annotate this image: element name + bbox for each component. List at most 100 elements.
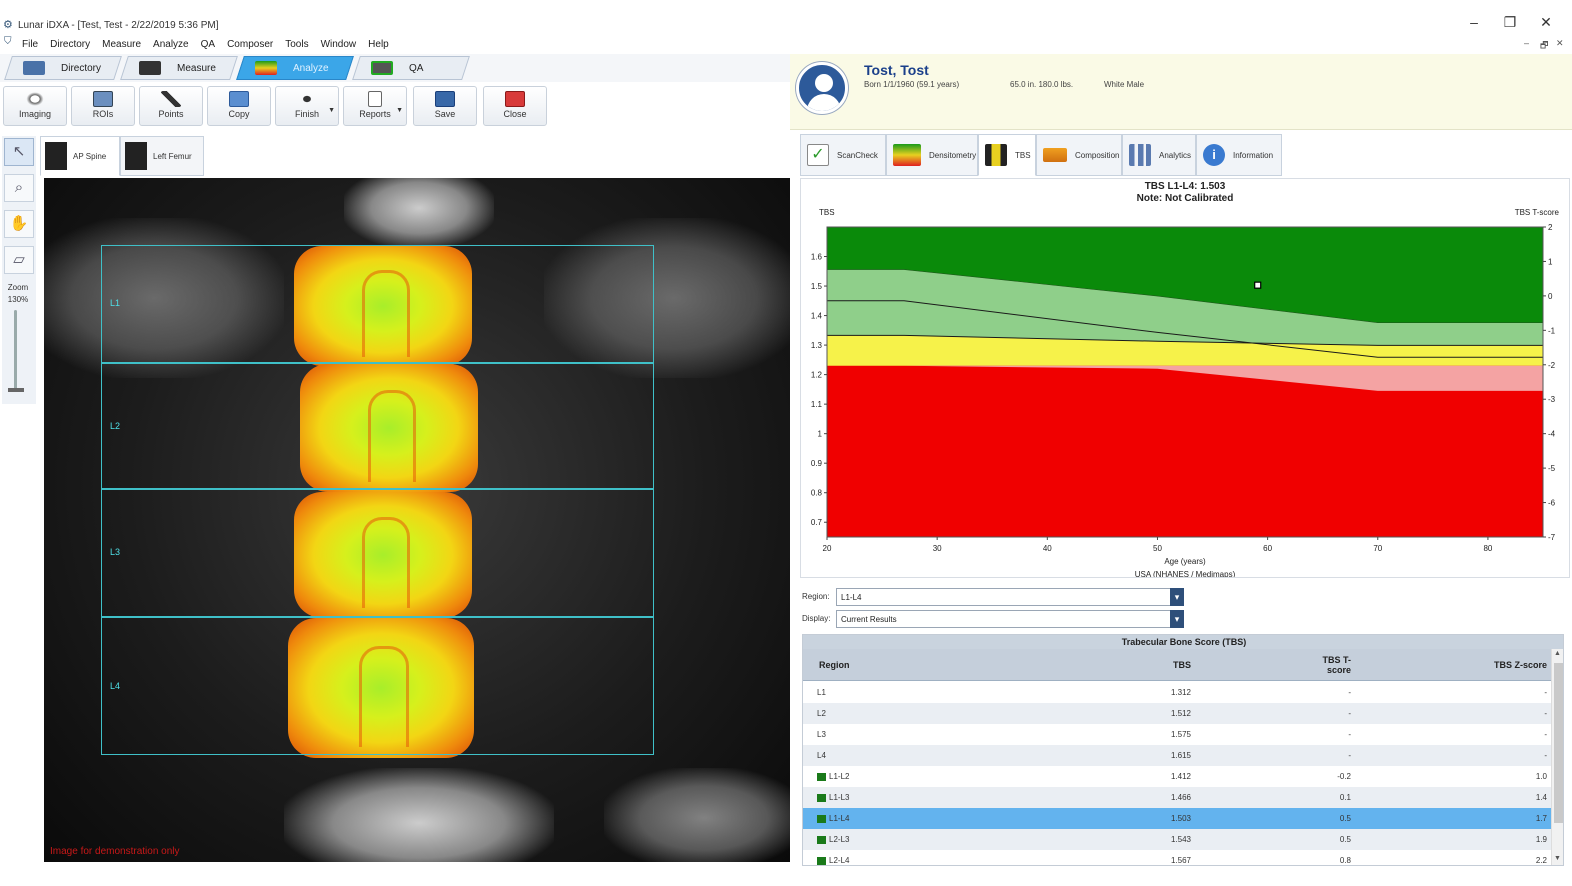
menu-help[interactable]: Help — [368, 39, 389, 50]
cell-zscore: 1.9 — [1463, 829, 1547, 850]
table-row[interactable]: L1-L3 1.466 0.1 1.4 — [803, 787, 1551, 808]
zoom-slider-track[interactable] — [14, 310, 17, 392]
composition-icon — [1043, 148, 1067, 162]
tab-left-femur[interactable]: Left Femur — [120, 136, 204, 176]
finish-button[interactable]: Finish ▼ — [275, 86, 339, 126]
roi-box-l3[interactable] — [101, 489, 654, 617]
zoom-slider-thumb[interactable] — [8, 388, 24, 392]
table-row[interactable]: L2 1.512 - - — [803, 703, 1551, 724]
tab-information-label: Information — [1233, 150, 1274, 160]
y2-tick-label: -7 — [1548, 533, 1556, 542]
cell-tscore: - — [1273, 682, 1351, 703]
roi-label-l2: L2 — [110, 421, 121, 431]
region-dropdown-icon[interactable]: ▾ — [1170, 588, 1184, 606]
demo-watermark: Image for demonstration only — [50, 846, 180, 857]
y-tick-label: 0.7 — [811, 518, 823, 527]
display-dropdown-icon[interactable]: ▾ — [1170, 610, 1184, 628]
pan-hand-icon[interactable]: ✋ — [4, 210, 34, 238]
y-tick-label: 1.5 — [811, 282, 823, 291]
copy-icon — [229, 91, 249, 107]
table-row[interactable]: L1 1.312 - - — [803, 682, 1551, 703]
cell-tbs: 1.503 — [1103, 808, 1191, 829]
cell-zscore: - — [1463, 745, 1547, 766]
scroll-thumb[interactable] — [1554, 663, 1563, 823]
tab-ap-spine[interactable]: AP Spine — [40, 136, 120, 176]
menu-window[interactable]: Window — [321, 39, 357, 50]
menu-analyze[interactable]: Analyze — [153, 39, 189, 50]
tab-measure[interactable]: Measure — [120, 56, 238, 80]
group-marker-icon — [817, 793, 826, 802]
tab-scancheck[interactable]: ✓ ScanCheck — [800, 134, 886, 176]
table-row[interactable]: L2-L3 1.543 0.5 1.9 — [803, 829, 1551, 850]
x-tick-label: 50 — [1153, 544, 1162, 553]
pointer-tool-icon[interactable]: ↖ — [4, 138, 34, 166]
menu-qa[interactable]: QA — [201, 39, 215, 50]
menu-tools[interactable]: Tools — [285, 39, 308, 50]
cell-tbs-text: 1.512 — [1170, 709, 1191, 718]
mdi-close-button[interactable]: ✕ — [1556, 38, 1564, 49]
table-row[interactable]: L3 1.575 - - — [803, 724, 1551, 745]
region-select[interactable]: L1-L4 — [836, 588, 1182, 606]
tab-directory[interactable]: Directory — [4, 56, 122, 80]
scroll-down-icon[interactable]: ▼ — [1554, 855, 1561, 862]
tab-qa[interactable]: QA — [352, 56, 470, 80]
zoom-tool-icon[interactable]: ⌕ — [4, 174, 34, 202]
scan-image-view[interactable]: L1 L2 L3 L4 Image for demonstration only — [44, 178, 792, 862]
table-row[interactable]: L4 1.615 - - — [803, 745, 1551, 766]
roi-box-l4[interactable] — [101, 617, 654, 755]
table-row[interactable]: L2-L4 1.567 0.8 2.2 — [803, 850, 1551, 865]
tab-information[interactable]: i Information — [1196, 134, 1282, 176]
imaging-button[interactable]: Imaging — [3, 86, 67, 126]
rois-button[interactable]: ROIs — [71, 86, 135, 126]
save-button[interactable]: Save — [413, 86, 477, 126]
rois-label: ROIs — [92, 109, 114, 119]
tbs-results-table: Trabecular Bone Score (TBS) Region TBS T… — [802, 634, 1564, 866]
tab-tbs[interactable]: TBS — [978, 134, 1036, 176]
cell-tscore-text: 0.5 — [1339, 814, 1351, 823]
roi-box-l2[interactable] — [101, 363, 654, 489]
finish-label: Finish — [294, 109, 319, 119]
display-select[interactable]: Current Results — [836, 610, 1182, 628]
reports-dropdown-icon[interactable]: ▼ — [396, 107, 403, 114]
minimize-button[interactable]: – — [1462, 14, 1486, 30]
tab-analyze[interactable]: Analyze — [236, 56, 354, 80]
cell-region-text: L1-L4 — [829, 814, 850, 823]
y-tick-label: 1.1 — [811, 400, 823, 409]
pelvis-shadow — [604, 768, 792, 862]
menu-directory[interactable]: Directory — [50, 39, 90, 50]
menu-file[interactable]: File — [22, 39, 38, 50]
restore-button[interactable]: ❐ — [1498, 14, 1522, 31]
table-row[interactable]: L1-L2 1.412 -0.2 1.0 — [803, 766, 1551, 787]
tab-composition[interactable]: Composition — [1036, 134, 1122, 176]
points-button[interactable]: Points — [139, 86, 203, 126]
menu-composer[interactable]: Composer — [227, 39, 273, 50]
reports-button[interactable]: Reports ▼ — [343, 86, 407, 126]
finish-dropdown-icon[interactable]: ▼ — [328, 107, 335, 114]
roi-box-l1[interactable] — [101, 245, 654, 363]
scroll-up-icon[interactable]: ▲ — [1554, 650, 1561, 657]
roi-label-l3: L3 — [110, 547, 121, 557]
cell-tbs-text: 1.567 — [1170, 856, 1191, 865]
tab-analytics[interactable]: Analytics — [1122, 134, 1196, 176]
patient-name[interactable]: Tost, Tost — [864, 62, 929, 78]
table-scrollbar[interactable]: ▲ ▼ — [1551, 649, 1563, 865]
cell-tscore: - — [1273, 745, 1351, 766]
reports-label: Reports — [359, 109, 391, 119]
menu-measure[interactable]: Measure — [102, 39, 141, 50]
eraser-tool-icon[interactable]: ▱ — [4, 246, 34, 274]
close-window-button[interactable]: ✕ — [1534, 14, 1558, 31]
table-row[interactable]: L1-L4 1.503 0.5 1.7 — [803, 808, 1551, 829]
tab-densitometry[interactable]: Densitometry — [886, 134, 978, 176]
cell-tbs-text: 1.466 — [1170, 793, 1191, 802]
mdi-minimize-button[interactable]: – — [1524, 38, 1529, 48]
close-button[interactable]: Close — [483, 86, 547, 126]
cell-zscore-text: 2.2 — [1535, 856, 1547, 865]
copy-button[interactable]: Copy — [207, 86, 271, 126]
cell-tbs: 1.543 — [1103, 829, 1191, 850]
y-tick-label: 1.3 — [811, 341, 823, 350]
app-icon: ⚙ — [3, 19, 13, 31]
scanner-icon — [139, 61, 161, 75]
mdi-restore-button[interactable]: 🗗 — [1540, 38, 1548, 54]
system-menu-icon[interactable]: ⛉ — [4, 36, 12, 47]
menu-bar: ⛉ File Directory Measure Analyze QA Composer T… — [0, 36, 1572, 52]
